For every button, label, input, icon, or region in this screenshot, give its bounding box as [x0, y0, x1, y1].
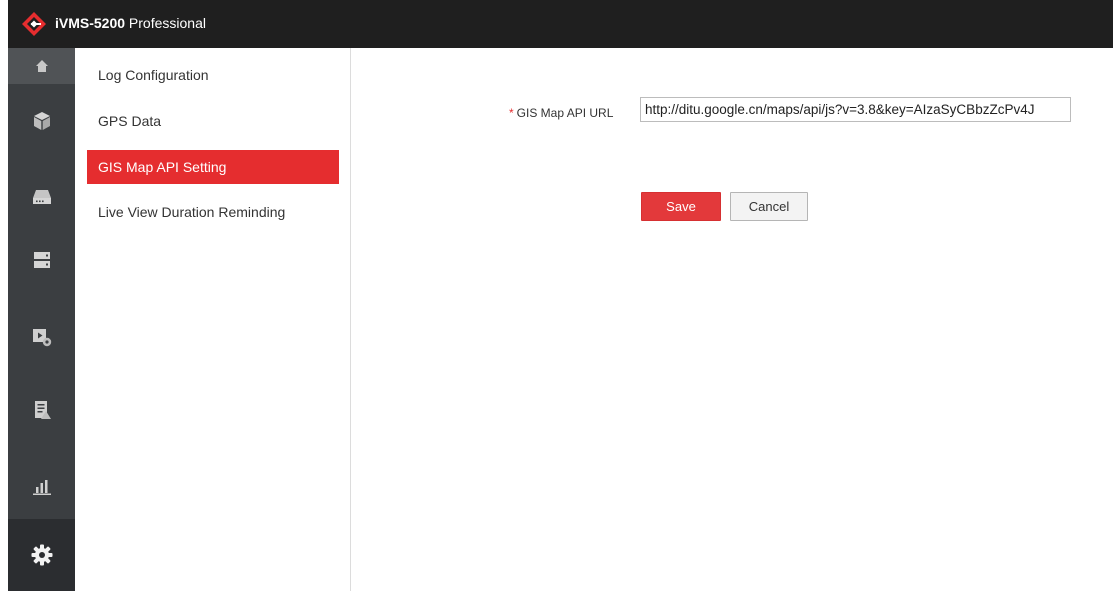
app-window: iVMS-5200 Professional Log Configuration…	[0, 0, 1113, 591]
cancel-button[interactable]: Cancel	[730, 192, 808, 221]
gear-icon	[31, 544, 52, 566]
module-button-resources[interactable]	[8, 99, 75, 143]
title-bar: iVMS-5200 Professional	[8, 0, 1113, 48]
gis-map-api-url-label-text: GIS Map API URL	[516, 106, 614, 120]
subnav-item-log-configuration[interactable]: Log Configuration	[87, 58, 339, 92]
subnav-item-gis-map-api-setting[interactable]: GIS Map API Setting	[87, 150, 339, 184]
home-button[interactable]	[8, 48, 75, 84]
cube-icon	[33, 112, 50, 130]
subnav-item-live-view-duration-reminding[interactable]: Live View Duration Reminding	[87, 195, 339, 229]
module-button-video-settings[interactable]	[8, 315, 75, 359]
save-button[interactable]: Save	[641, 192, 721, 221]
app-title-edition: Professional	[125, 15, 206, 31]
required-marker: *	[509, 106, 514, 120]
ivms-logo-icon	[22, 12, 46, 36]
gis-map-api-url-input[interactable]	[640, 97, 1071, 122]
module-button-storage[interactable]	[8, 238, 75, 282]
event-log-icon	[34, 401, 51, 419]
video-settings-icon	[32, 329, 51, 347]
settings-subnav: Log Configuration GPS Data GIS Map API S…	[75, 48, 351, 591]
app-title-product: iVMS-5200	[55, 15, 126, 31]
app-title: iVMS-5200 Professional	[55, 15, 206, 31]
module-icon-bar	[8, 48, 75, 591]
device-icon	[32, 190, 51, 204]
subnav-item-gps-data[interactable]: GPS Data	[87, 104, 339, 138]
storage-icon	[33, 252, 50, 268]
module-button-device[interactable]	[8, 175, 75, 219]
module-button-statistics[interactable]	[8, 464, 75, 508]
module-button-system-settings[interactable]	[8, 519, 75, 591]
module-button-event-log[interactable]	[8, 388, 75, 432]
home-icon	[35, 60, 48, 72]
gis-map-api-url-label: * GIS Map API URL	[509, 106, 613, 120]
statistics-icon	[32, 480, 51, 495]
window-left-edge	[0, 0, 8, 591]
settings-content: *GIS Map API URL Save Cancel	[351, 48, 1113, 591]
